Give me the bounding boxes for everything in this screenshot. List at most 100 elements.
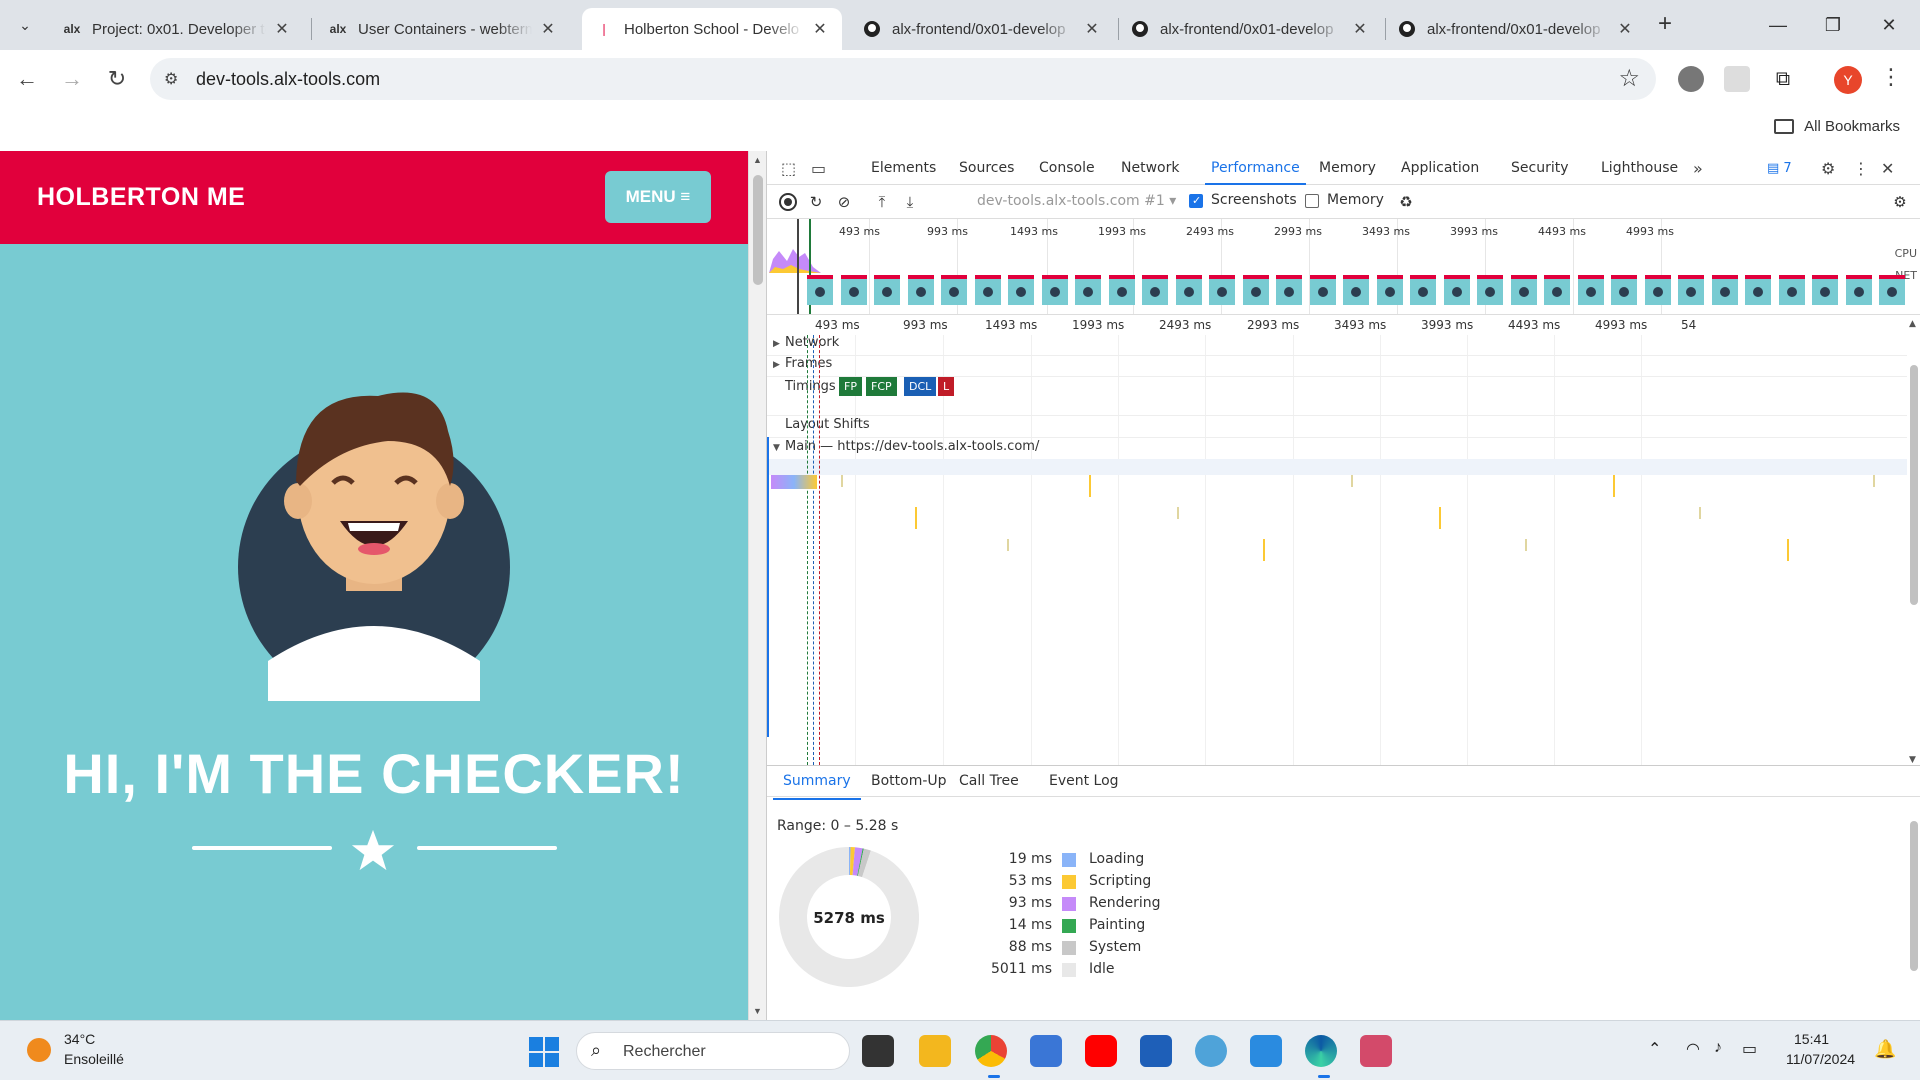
sun-icon[interactable] xyxy=(27,1038,51,1062)
close-tab-icon[interactable]: ✕ xyxy=(538,19,558,39)
close-tab-icon[interactable]: ✕ xyxy=(272,19,292,39)
clear-icon[interactable]: ⊘ xyxy=(835,193,853,211)
browser-tab[interactable]: alx User Containers - webterm ✕ xyxy=(316,8,570,50)
screenshot-thumbnail[interactable] xyxy=(1745,275,1771,305)
close-devtools-icon[interactable]: ✕ xyxy=(1881,159,1894,178)
screenshot-thumbnail[interactable] xyxy=(1376,275,1403,305)
screenshot-thumbnail[interactable] xyxy=(1812,275,1838,305)
notification-bell-icon[interactable]: 🔔 xyxy=(1874,1039,1896,1060)
screenshot-thumbnail[interactable] xyxy=(1142,275,1168,305)
screenshot-thumbnail[interactable] xyxy=(1678,275,1704,305)
tab-performance[interactable]: Performance xyxy=(1205,151,1306,185)
profile-select[interactable]: dev-tools.alx-tools.com #1 ▾ xyxy=(977,193,1176,209)
tab-security[interactable]: Security xyxy=(1511,151,1569,185)
clock-time[interactable]: 15:41 xyxy=(1794,1031,1829,1047)
scrollbar-thumb[interactable] xyxy=(753,175,763,285)
timeline-tracks[interactable]: ▶ Network ▶ Frames Timings FP FCP DCL L … xyxy=(767,335,1907,765)
expand-frames-icon[interactable]: ▶ xyxy=(773,360,780,370)
task-bar[interactable] xyxy=(1263,539,1265,561)
menu-button[interactable]: MENU ≡ xyxy=(605,171,711,223)
screenshot-thumbnail[interactable] xyxy=(1644,275,1671,305)
scrollbar-thumb[interactable] xyxy=(1910,365,1918,605)
scroll-down-icon[interactable]: ▼ xyxy=(753,1006,762,1016)
upload-icon[interactable]: ⤒ xyxy=(873,193,891,211)
screenshot-thumbnail[interactable] xyxy=(1108,275,1135,305)
more-tabs-icon[interactable]: » xyxy=(1693,159,1703,178)
screenshot-thumbnail[interactable] xyxy=(1041,275,1068,305)
profile-avatar[interactable]: Y xyxy=(1834,66,1862,94)
screenshot-thumbnail[interactable] xyxy=(1343,275,1369,305)
task-view-icon[interactable] xyxy=(862,1035,894,1067)
settings-gear-icon[interactable]: ⚙ xyxy=(1821,159,1835,178)
minimize-button[interactable]: — xyxy=(1755,8,1801,42)
tab-network[interactable]: Network xyxy=(1121,151,1179,185)
screenshot-thumbnail[interactable] xyxy=(1309,275,1336,305)
download-icon[interactable]: ⤓ xyxy=(901,193,919,211)
task-bar[interactable] xyxy=(1439,507,1441,529)
tab-lighthouse[interactable]: Lighthouse xyxy=(1601,151,1678,185)
windows-start-icon[interactable] xyxy=(529,1037,559,1067)
screenshot-thumbnail[interactable] xyxy=(941,275,967,305)
battery-icon[interactable]: ▭ xyxy=(1742,1039,1757,1059)
inspect-element-icon[interactable]: ⬚ xyxy=(781,159,796,178)
issues-badge[interactable]: ▤ 7 xyxy=(1767,161,1792,176)
extensions-puzzle-icon[interactable]: ⧉ xyxy=(1770,66,1796,92)
record-button[interactable] xyxy=(779,193,797,211)
screenshot-thumbnail[interactable] xyxy=(1477,275,1503,305)
screenshot-thumbnail[interactable] xyxy=(974,275,1001,305)
task-bar[interactable] xyxy=(1089,475,1091,497)
scroll-down-icon[interactable]: ▼ xyxy=(1909,755,1916,765)
tab-memory[interactable]: Memory xyxy=(1319,151,1376,185)
memory-checkbox[interactable] xyxy=(1305,194,1319,208)
scroll-up-icon[interactable]: ▲ xyxy=(753,155,762,165)
browser-menu-icon[interactable]: ⋮ xyxy=(1880,64,1902,90)
close-window-button[interactable]: ✕ xyxy=(1866,8,1912,42)
task-bar[interactable] xyxy=(1351,475,1353,487)
taskbar-search[interactable]: ⌕ Rechercher xyxy=(576,1032,850,1070)
tab-console[interactable]: Console xyxy=(1039,151,1095,185)
task-bar[interactable] xyxy=(1873,475,1875,487)
screenshot-thumbnail[interactable] xyxy=(874,275,900,305)
extension-icon[interactable] xyxy=(1724,66,1750,92)
restore-button[interactable]: ❐ xyxy=(1810,8,1856,42)
extension-icon[interactable] xyxy=(1678,66,1704,92)
task-bar[interactable] xyxy=(1007,539,1009,551)
screenshot-thumbnail[interactable] xyxy=(1209,275,1235,305)
load-marker[interactable]: L xyxy=(938,377,955,396)
tab-application[interactable]: Application xyxy=(1401,151,1479,185)
snipping-tool-icon[interactable] xyxy=(1360,1035,1392,1067)
screenshot-thumbnail[interactable] xyxy=(1778,275,1805,305)
screenshot-thumbnail[interactable] xyxy=(807,275,833,305)
app-icon[interactable] xyxy=(1195,1035,1227,1067)
screenshot-thumbnail[interactable] xyxy=(840,275,867,305)
browser-tab-active[interactable]: ❘ Holberton School - Develo ✕ xyxy=(582,8,842,50)
site-settings-icon[interactable]: ⚙ xyxy=(164,69,178,89)
screenshot-thumbnail[interactable] xyxy=(1845,275,1872,305)
reload-button[interactable]: ↻ xyxy=(100,62,134,96)
chrome-icon[interactable] xyxy=(975,1035,1007,1067)
task-bar[interactable] xyxy=(1787,539,1789,561)
all-bookmarks-button[interactable]: All Bookmarks xyxy=(1774,118,1900,135)
edge-icon[interactable] xyxy=(1305,1035,1337,1067)
screenshot-thumbnail[interactable] xyxy=(1008,275,1034,305)
screenshot-thumbnail[interactable] xyxy=(1410,275,1436,305)
tab-event-log[interactable]: Event Log xyxy=(1049,773,1119,789)
browser-tab[interactable]: alx Project: 0x01. Developer to ✕ xyxy=(50,8,304,50)
scroll-up-icon[interactable]: ▲ xyxy=(1909,319,1916,329)
main-thread-track-label[interactable]: Main — https://dev-tools.alx-tools.com/ xyxy=(785,439,1039,454)
screenshot-thumbnail[interactable] xyxy=(1611,275,1637,305)
screenshot-thumbnail[interactable] xyxy=(1075,275,1101,305)
task-bar[interactable] xyxy=(1699,507,1701,519)
tab-search-button[interactable]: ⌄ xyxy=(8,8,42,42)
reload-record-icon[interactable]: ↻ xyxy=(807,193,825,211)
notepad-icon[interactable] xyxy=(1140,1035,1172,1067)
screenshot-thumbnail[interactable] xyxy=(1577,275,1604,305)
microsoft-store-icon[interactable] xyxy=(1030,1035,1062,1067)
screenshot-thumbnail[interactable] xyxy=(1175,275,1202,305)
close-tab-icon[interactable]: ✕ xyxy=(1615,19,1635,39)
close-tab-icon[interactable]: ✕ xyxy=(810,19,830,39)
page-scrollbar[interactable]: ▲ ▼ xyxy=(748,151,766,1020)
close-tab-icon[interactable]: ✕ xyxy=(1082,19,1102,39)
collapse-main-icon[interactable]: ▼ xyxy=(773,443,780,453)
expand-network-icon[interactable]: ▶ xyxy=(773,339,780,349)
